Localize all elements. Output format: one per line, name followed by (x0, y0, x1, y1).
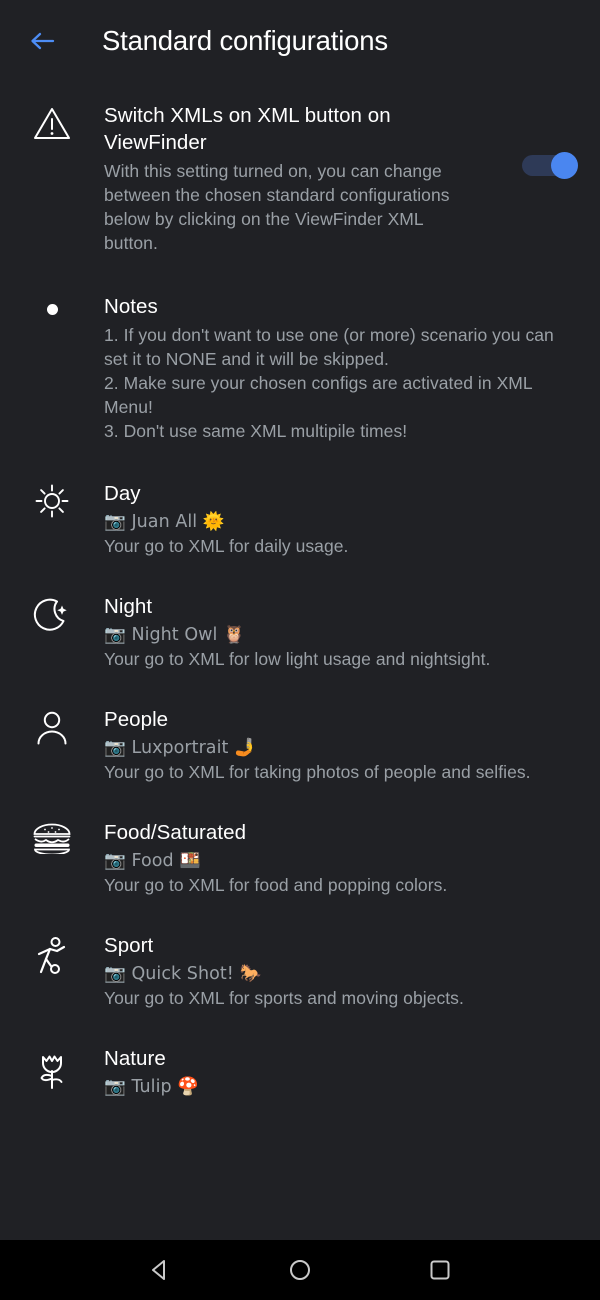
preference-summary: 📷 Juan All 🌞 Your go to XML for daily us… (104, 510, 564, 558)
preference-body: People 📷 Luxportrait 🤳 Your go to XML fo… (104, 706, 578, 784)
preference-value: 📷 Juan All 🌞 (104, 512, 225, 532)
preference-title: Switch XMLs on XML button on ViewFinder (104, 104, 391, 154)
preference-title: Notes (104, 295, 158, 318)
preference-icon-slot (0, 593, 104, 634)
preference-notes[interactable]: Notes 1. If you don't want to use one (o… (0, 265, 600, 455)
sun-icon (35, 484, 69, 518)
page-title: Standard configurations (102, 25, 388, 56)
preference-icon-slot (0, 480, 104, 519)
nav-home-button[interactable] (272, 1242, 328, 1298)
preference-value: 📷 Tulip 🍄 (104, 1077, 200, 1097)
back-button[interactable] (20, 18, 66, 64)
preference-summary: 📷 Food 🍱 Your go to XML for food and pop… (104, 849, 564, 897)
preference-body: Day 📷 Juan All 🌞 Your go to XML for dail… (104, 480, 578, 558)
preference-icon-slot (0, 819, 104, 854)
preference-night[interactable]: Night 📷 Night Owl 🦉 Your go to XML for l… (0, 568, 600, 681)
preference-nature[interactable]: Nature 📷 Tulip 🍄 (0, 1020, 600, 1109)
preference-day[interactable]: Day 📷 Juan All 🌞 Your go to XML for dail… (0, 455, 600, 568)
preference-sport[interactable]: Sport 📷 Quick Shot! 🐎 Your go to XML for… (0, 907, 600, 1020)
home-circle-icon (290, 1260, 310, 1280)
preference-icon-slot (0, 1045, 104, 1090)
preference-icon-slot (0, 932, 104, 977)
arrow-left-icon (31, 32, 55, 50)
preference-summary: 📷 Luxportrait 🤳 Your go to XML for takin… (104, 736, 544, 784)
android-navigation-bar (0, 1240, 600, 1300)
preference-title: Day (104, 482, 141, 505)
preference-value: 📷 Night Owl 🦉 (104, 625, 245, 645)
toggle-thumb (551, 152, 578, 179)
preference-summary: 📷 Tulip 🍄 (104, 1075, 564, 1099)
preference-title: Food/Saturated (104, 821, 247, 844)
preference-switch-xmls[interactable]: Switch XMLs on XML button on ViewFinder … (0, 82, 600, 265)
tulip-icon (40, 1055, 63, 1089)
preference-title: Night (104, 595, 153, 618)
notes-line: 3. Don't use same XML multipile times! (104, 421, 408, 441)
settings-list[interactable]: Switch XMLs on XML button on ViewFinder … (0, 82, 600, 1240)
preference-icon-slot (0, 293, 104, 315)
nav-recents-button[interactable] (412, 1242, 468, 1298)
notes-line: 2. Make sure your chosen configs are act… (104, 373, 533, 417)
person-icon (37, 711, 67, 745)
preference-summary: 📷 Quick Shot! 🐎 Your go to XML for sport… (104, 962, 564, 1010)
app-bar: Standard configurations (0, 0, 600, 82)
preference-body: Nature 📷 Tulip 🍄 (104, 1045, 578, 1099)
preference-description: Your go to XML for food and popping colo… (104, 875, 448, 895)
preference-value: 📷 Luxportrait 🤳 (104, 738, 256, 758)
phone-screen: Standard configurations Switch XMLs on X… (0, 0, 600, 1300)
preference-body: Notes 1. If you don't want to use one (o… (104, 293, 578, 443)
notes-line: 1. If you don't want to use one (or more… (104, 325, 554, 369)
preference-description: Your go to XML for low light usage and n… (104, 649, 491, 669)
preference-value: 📷 Food 🍱 (104, 851, 202, 871)
preference-body: Switch XMLs on XML button on ViewFinder … (104, 102, 578, 255)
preference-body: Sport 📷 Quick Shot! 🐎 Your go to XML for… (104, 932, 578, 1010)
preference-description: Your go to XML for daily usage. (104, 536, 349, 556)
preference-title: People (104, 708, 169, 731)
preference-summary: 1. If you don't want to use one (or more… (104, 323, 559, 443)
preference-body: Night 📷 Night Owl 🦉 Your go to XML for l… (104, 593, 578, 671)
preference-people[interactable]: People 📷 Luxportrait 🤳 Your go to XML fo… (0, 681, 600, 794)
preference-icon-slot (0, 706, 104, 747)
preference-summary: 📷 Night Owl 🦉 Your go to XML for low lig… (104, 623, 572, 671)
preference-icon-slot (0, 102, 104, 143)
nav-back-button[interactable] (132, 1242, 188, 1298)
preference-food[interactable]: Food/Saturated 📷 Food 🍱 Your go to XML f… (0, 794, 600, 907)
back-triangle-icon (152, 1260, 165, 1280)
moon-star-icon (33, 598, 67, 631)
preference-title: Nature (104, 1047, 166, 1070)
bullet-dot-icon (46, 304, 58, 315)
recents-square-icon (430, 1260, 450, 1280)
warning-triangle-icon (34, 108, 70, 139)
preference-body: Food/Saturated 📷 Food 🍱 Your go to XML f… (104, 819, 578, 897)
preference-value: 📷 Quick Shot! 🐎 (104, 964, 262, 984)
preference-title: Sport (104, 934, 154, 957)
preference-description: Your go to XML for sports and moving obj… (104, 988, 464, 1008)
sport-icon (37, 937, 66, 974)
preference-summary: With this setting turned on, you can cha… (104, 161, 450, 253)
preference-description: Your go to XML for taking photos of peop… (104, 762, 531, 782)
burger-icon (33, 823, 71, 854)
switch-xmls-toggle[interactable] (522, 152, 578, 179)
